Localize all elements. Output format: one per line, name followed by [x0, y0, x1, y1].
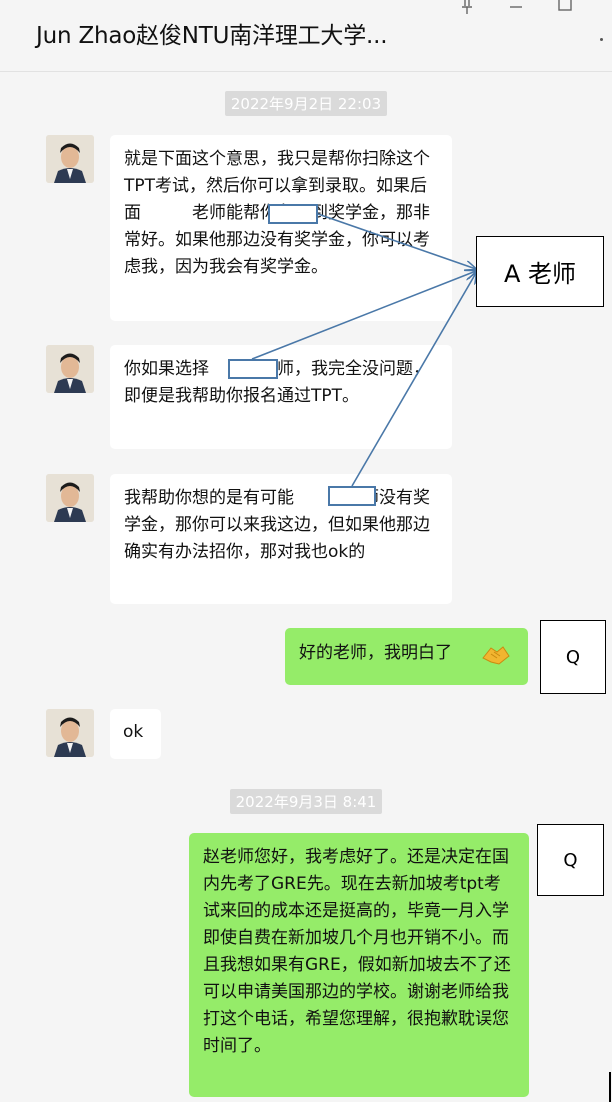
- q-label-box: Q: [537, 824, 604, 896]
- annotation-arrow: [317, 213, 476, 269]
- annotation-arrow: [251, 271, 476, 360]
- divider: [609, 1072, 611, 1102]
- teacher-label-box: A 老师: [476, 236, 604, 307]
- annotation-arrow: [351, 273, 476, 487]
- annotation-arrows: [251, 213, 612, 487]
- q-label-box: Q: [540, 620, 606, 694]
